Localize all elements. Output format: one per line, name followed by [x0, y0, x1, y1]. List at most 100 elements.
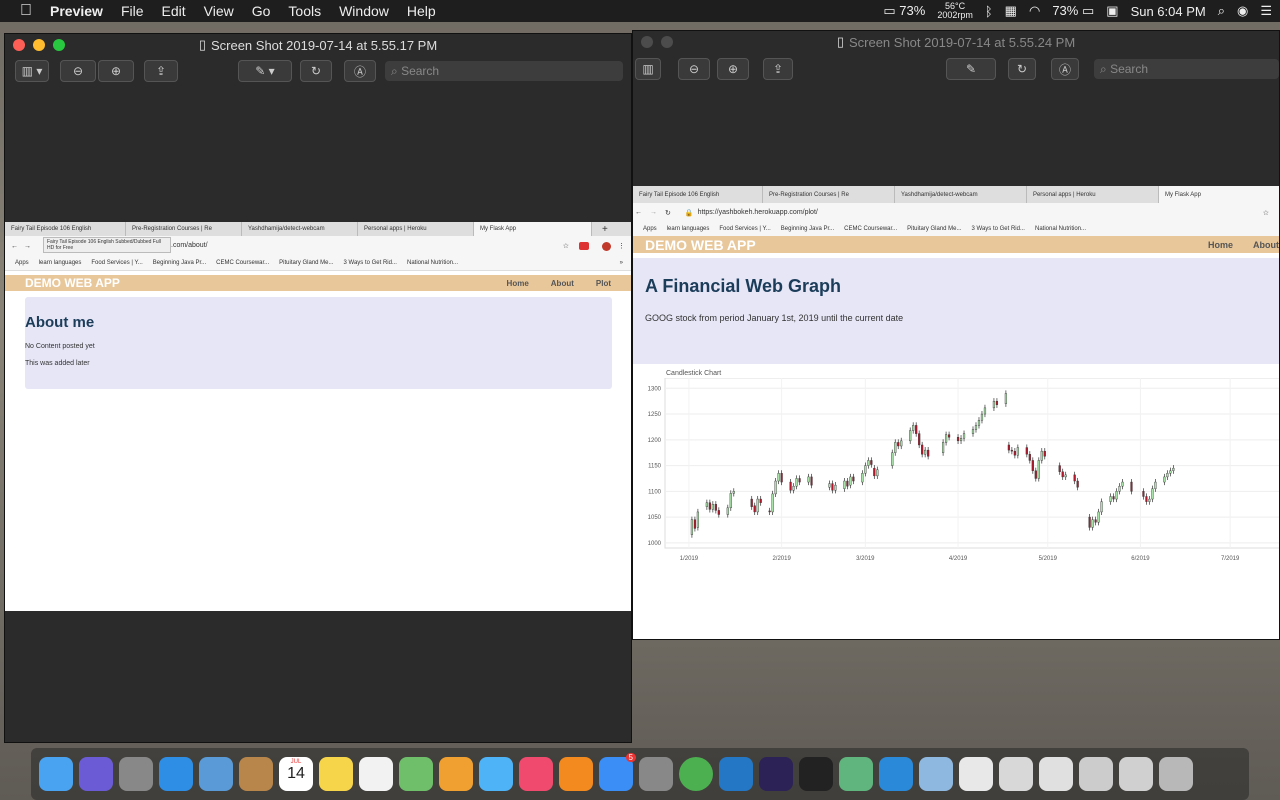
browser-tab[interactable]: Yashdhamija/detect-webcam — [895, 186, 1027, 203]
menu-edit[interactable]: Edit — [162, 3, 186, 19]
minimize-button[interactable] — [33, 39, 45, 51]
dock-siri-icon[interactable] — [79, 757, 113, 791]
dock-contacts-icon[interactable] — [239, 757, 273, 791]
apple-icon[interactable]:  — [20, 2, 32, 20]
dock-preview-icon[interactable] — [919, 757, 953, 791]
share-button[interactable]: ⇪ — [763, 58, 793, 80]
site-brand[interactable]: DEMO WEB APP — [25, 276, 120, 290]
zoom-in-button[interactable]: ⊕ — [717, 58, 749, 80]
browser-tab[interactable]: Personal apps | Heroku — [1027, 186, 1159, 203]
titlebar[interactable]: ▯ Screen Shot 2019-07-14 at 5.55.17 PM — [5, 34, 631, 56]
siri-icon[interactable]: ◉ — [1237, 3, 1248, 19]
bookmark[interactable]: Beginning Java Pr... — [781, 226, 834, 232]
dock-finder-icon[interactable] — [39, 757, 73, 791]
search-field[interactable]: ⌕ Search — [1094, 59, 1279, 79]
temp-monitor[interactable]: 56°C 2002rpm — [937, 2, 973, 20]
dock-doc-thumb-2-icon[interactable] — [999, 757, 1033, 791]
dock-mail-icon[interactable] — [199, 757, 233, 791]
dock-launchpad-icon[interactable] — [119, 757, 153, 791]
close-button[interactable] — [13, 39, 25, 51]
new-tab-icon[interactable]: + — [602, 224, 608, 235]
browser-tab-active[interactable]: My Flask App — [1158, 186, 1279, 203]
search-field[interactable]: ⌕ Search — [385, 61, 623, 81]
bookmark[interactable]: Pituitary Gland Me... — [907, 226, 961, 232]
forward-icon[interactable]: → — [650, 209, 657, 216]
sidebar-toggle-button[interactable]: ▥ ▾ — [15, 60, 49, 82]
battery-menu[interactable]: ▭ 73% — [883, 3, 925, 19]
dock-reminders-icon[interactable] — [359, 757, 393, 791]
bookmark[interactable]: Beginning Java Pr... — [153, 260, 206, 266]
browser-tab[interactable]: Pre-Registration Courses | Re — [126, 222, 242, 236]
dock-books-icon[interactable] — [559, 757, 593, 791]
site-brand[interactable]: DEMO WEB APP — [645, 237, 756, 253]
wifi-icon[interactable]: ◠ — [1029, 3, 1040, 19]
dock-photos-icon[interactable] — [439, 757, 473, 791]
back-icon[interactable]: ← — [635, 209, 642, 216]
browser-tab[interactable]: Personal apps | Heroku — [358, 222, 474, 236]
candlestick-chart[interactable]: 1000 1050 1100 1150 1200 1250 1300 1/2019 2/2019… — [633, 378, 1280, 578]
bluetooth-icon[interactable]: ᛒ — [985, 4, 993, 19]
dock-doc-thumb-1-icon[interactable] — [959, 757, 993, 791]
nav-plot[interactable]: Plot — [596, 279, 611, 288]
dock-maps-icon[interactable] — [399, 757, 433, 791]
url-field[interactable]: https://yashbokeh.herokuapp.com/plot/ — [698, 209, 818, 216]
menu-go[interactable]: Go — [252, 3, 271, 19]
bookmark[interactable]: Food Services | Y... — [91, 260, 142, 266]
dock-music-icon[interactable] — [519, 757, 553, 791]
dock-xcode-icon[interactable] — [879, 757, 913, 791]
bookmark-star-icon[interactable]: ☆ — [563, 242, 569, 250]
menu-tools[interactable]: Tools — [288, 3, 321, 19]
bookmark[interactable]: CEMC Coursewar... — [844, 226, 897, 232]
dock-atom-icon[interactable] — [839, 757, 873, 791]
dock-eclipse-icon[interactable] — [759, 757, 793, 791]
annotate-button[interactable]: Ⓐ — [1051, 58, 1079, 80]
dock-doc-thumb-3-icon[interactable] — [1039, 757, 1073, 791]
bookmark[interactable]: learn languages — [667, 226, 710, 232]
maximize-button[interactable] — [53, 39, 65, 51]
bookmark[interactable]: 3 Ways to Get Rid... — [972, 226, 1025, 232]
menu-view[interactable]: View — [204, 3, 234, 19]
dock-vscode-icon[interactable] — [719, 757, 753, 791]
bookmark-star-icon[interactable]: ☆ — [1263, 209, 1269, 217]
minimize-button[interactable] — [661, 36, 673, 48]
menu-window[interactable]: Window — [339, 3, 389, 19]
markup-button[interactable]: ✎ — [946, 58, 996, 80]
nav-home[interactable]: Home — [1208, 240, 1233, 250]
dock-trash-icon[interactable] — [1159, 757, 1193, 791]
bookmark[interactable]: CEMC Coursewar... — [216, 260, 269, 266]
dock-messages-icon[interactable] — [479, 757, 513, 791]
more-bookmarks-icon[interactable]: » — [620, 260, 623, 266]
browser-tab[interactable]: Pre-Registration Courses | Re — [763, 186, 895, 203]
dock-doc-thumb-4-icon[interactable] — [1079, 757, 1113, 791]
rotate-button[interactable]: ↻ — [1008, 58, 1036, 80]
battery-status[interactable]: 73% ▭ — [1052, 3, 1094, 19]
notification-center-icon[interactable]: ☰ — [1260, 3, 1272, 19]
browser-tab[interactable]: Yashdhamija/detect-webcam — [242, 222, 358, 236]
date-icon[interactable]: ▣ — [1106, 3, 1118, 19]
forward-icon[interactable]: → — [24, 243, 31, 250]
nav-about[interactable]: About — [1253, 240, 1279, 250]
sidebar-toggle-button[interactable]: ▥ — [635, 58, 661, 80]
bookmark[interactable]: Apps — [15, 260, 29, 266]
zoom-out-button[interactable]: ⊖ — [60, 60, 96, 82]
menu-help[interactable]: Help — [407, 3, 436, 19]
zoom-in-button[interactable]: ⊕ — [98, 60, 134, 82]
browser-tab[interactable]: Fairy Tail Episode 106 English — [633, 186, 763, 203]
bookmark[interactable]: Food Services | Y... — [719, 226, 770, 232]
adblock-icon[interactable] — [579, 242, 589, 250]
back-icon[interactable]: ← — [11, 243, 18, 250]
bookmark[interactable]: Apps — [643, 226, 657, 232]
spotlight-icon[interactable]: ⌕ — [1218, 3, 1225, 19]
bookmark[interactable]: 3 Ways to Get Rid... — [344, 260, 397, 266]
browser-tab[interactable]: Fairy Tail Episode 106 English — [5, 222, 126, 236]
close-button[interactable] — [641, 36, 653, 48]
bookmark[interactable]: Pituitary Gland Me... — [279, 260, 333, 266]
dock-safari-icon[interactable] — [159, 757, 193, 791]
bookmark[interactable]: National Nutrition... — [407, 260, 458, 266]
dock-chrome-icon[interactable] — [679, 757, 713, 791]
annotate-button[interactable]: Ⓐ — [344, 60, 376, 82]
nav-about[interactable]: About — [551, 279, 574, 288]
bookmark[interactable]: National Nutrition... — [1035, 226, 1086, 232]
dock-calendar-icon[interactable]: JUL 14 — [279, 757, 313, 791]
dock-notes-icon[interactable] — [319, 757, 353, 791]
